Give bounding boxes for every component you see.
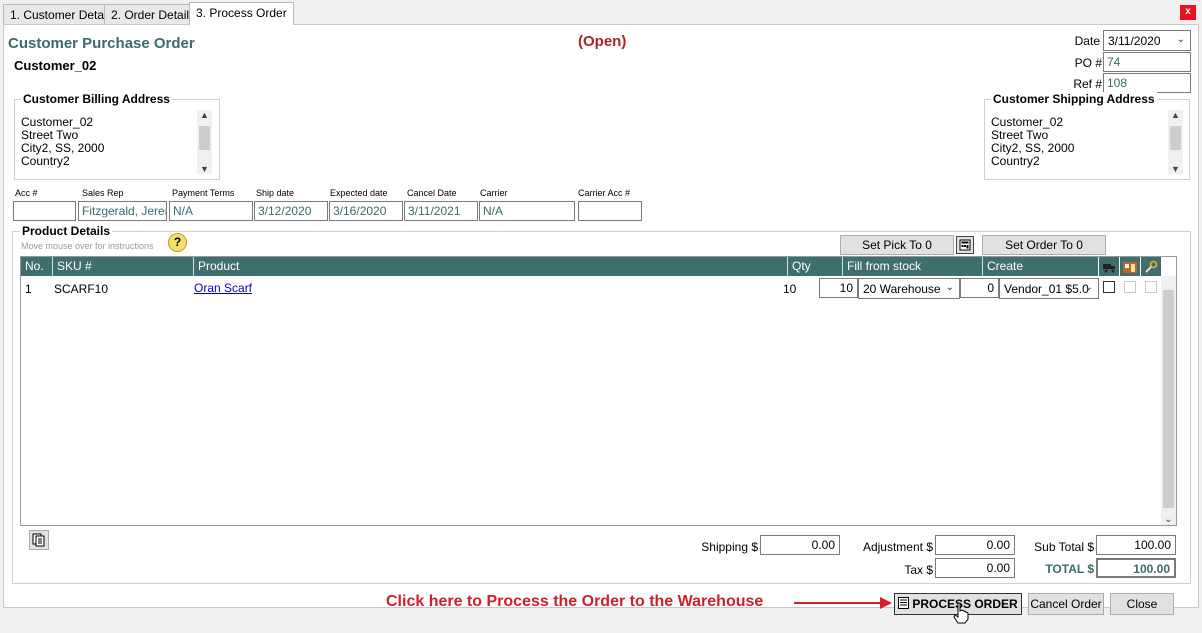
- expected-date-field[interactable]: 3/16/2020: [329, 201, 403, 221]
- scroll-thumb[interactable]: [199, 126, 210, 150]
- chevron-down-icon: ▼: [1171, 164, 1180, 174]
- close-button[interactable]: Close: [1110, 593, 1174, 615]
- scroll-thumb[interactable]: [1170, 126, 1181, 150]
- chevron-up-icon: ▲: [1171, 110, 1180, 120]
- date-picker[interactable]: 3/11/2020 ⌄: [1103, 30, 1191, 51]
- set-order-to-zero-button[interactable]: Set Order To 0: [982, 235, 1106, 255]
- ship-date-label: Ship date: [256, 188, 295, 198]
- tax-amount-field[interactable]: 0.00: [935, 558, 1015, 578]
- fill-qty-input[interactable]: 10: [819, 278, 858, 298]
- grid-scrollbar[interactable]: ⌄: [1161, 276, 1176, 525]
- product-grid: No. SKU # Product Qty Fill from stock Cr…: [20, 256, 1177, 526]
- tools-icon[interactable]: [1141, 257, 1161, 276]
- row-checkbox-tools[interactable]: [1145, 281, 1157, 293]
- payment-terms-field[interactable]: N/A: [169, 201, 253, 221]
- subtotal-amount-field: 100.00: [1096, 535, 1176, 555]
- total-amount-field: 100.00: [1096, 558, 1176, 578]
- billing-address-title: Customer Billing Address: [21, 92, 172, 106]
- column-header-product[interactable]: Product: [194, 257, 788, 276]
- shipping-label: Shipping $: [701, 540, 758, 554]
- cancel-date-field[interactable]: 3/11/2021: [404, 201, 478, 221]
- tab-process-order[interactable]: 3. Process Order: [189, 2, 294, 25]
- po-number-field[interactable]: 74: [1103, 52, 1191, 72]
- shipping-line: Country2: [991, 154, 1040, 168]
- carrier-label: Carrier: [480, 188, 508, 198]
- calculator-icon[interactable]: [956, 236, 974, 254]
- adjustment-label: Adjustment $: [862, 540, 933, 554]
- carrier-field[interactable]: N/A: [479, 201, 575, 221]
- payment-terms-label: Payment Terms: [172, 188, 235, 198]
- row-product-link[interactable]: Oran Scarf: [194, 281, 252, 295]
- column-header-qty[interactable]: Qty: [788, 257, 843, 276]
- close-window-button[interactable]: x: [1180, 5, 1196, 20]
- vendor-value: Vendor_01 $5.0: [1004, 282, 1089, 296]
- total-label: TOTAL $: [1045, 562, 1094, 576]
- warehouse-value: 20 Warehouse: [863, 282, 941, 296]
- shipping-address-title: Customer Shipping Address: [991, 92, 1157, 106]
- process-order-callout: Click here to Process the Order to the W…: [386, 593, 764, 610]
- row-qty: 10: [783, 282, 797, 296]
- shipping-amount-field[interactable]: 0.00: [760, 535, 840, 555]
- shipping-scrollbar[interactable]: ▲ ▼: [1168, 110, 1183, 174]
- ref-label: Ref #: [1073, 77, 1102, 91]
- cancel-date-label: Cancel Date: [407, 188, 457, 198]
- sales-rep-label: Sales Rep: [82, 188, 124, 198]
- product-details-title: Product Details: [20, 224, 113, 238]
- page-title: Customer Purchase Order: [8, 35, 195, 52]
- acc-label: Acc #: [15, 188, 38, 198]
- warehouse-select[interactable]: 20 Warehouse ⌄: [858, 278, 960, 299]
- row-checkbox-ship[interactable]: [1103, 281, 1115, 293]
- date-label: Date: [1074, 34, 1100, 48]
- row-no: 1: [25, 282, 32, 296]
- column-header-no[interactable]: No.: [21, 257, 53, 276]
- order-status: (Open): [578, 33, 627, 50]
- column-header-sku[interactable]: SKU #: [53, 257, 194, 276]
- subtotal-label: Sub Total $: [1034, 540, 1094, 554]
- copy-icon[interactable]: [29, 530, 49, 550]
- date-value: 3/11/2020: [1108, 34, 1161, 48]
- column-header-fill[interactable]: Fill from stock: [843, 257, 983, 276]
- billing-address-text[interactable]: Customer_02 Street Two City2, SS, 2000 C…: [21, 116, 104, 168]
- billing-address-group: Customer Billing Address Customer_02 Str…: [14, 92, 220, 180]
- tab-bar: 1. Customer Details 2. Order Details 3. …: [0, 0, 1202, 25]
- ref-number-field[interactable]: 108: [1103, 73, 1191, 93]
- chevron-down-icon: ⌄: [945, 282, 954, 293]
- set-pick-to-zero-button[interactable]: Set Pick To 0: [840, 235, 954, 255]
- grid-header: No. SKU # Product Qty Fill from stock Cr…: [21, 257, 1098, 276]
- chevron-down-icon: ▼: [200, 164, 209, 174]
- row-sku: SCARF10: [54, 282, 109, 296]
- help-icon[interactable]: ?: [168, 233, 187, 252]
- carrier-acc-field[interactable]: [578, 201, 642, 221]
- chevron-down-icon: ⌄: [1176, 34, 1185, 45]
- tax-label: Tax $: [904, 563, 933, 577]
- tab-order-details[interactable]: 2. Order Details: [104, 4, 203, 24]
- row-checkbox-warehouse[interactable]: [1124, 281, 1136, 293]
- chevron-down-icon: ⌄: [1084, 282, 1093, 293]
- shipping-address-text[interactable]: Customer_02 Street Two City2, SS, 2000 C…: [991, 116, 1074, 168]
- column-header-create[interactable]: Create: [983, 257, 1098, 276]
- expected-date-label: Expected date: [330, 188, 388, 198]
- billing-scrollbar[interactable]: ▲ ▼: [197, 110, 212, 174]
- cancel-order-button[interactable]: Cancel Order: [1028, 593, 1104, 615]
- acc-number-field[interactable]: [13, 201, 76, 221]
- list-icon: [898, 595, 910, 615]
- vendor-select[interactable]: Vendor_01 $5.0 ⌄: [999, 278, 1099, 299]
- warehouse-icon[interactable]: [1120, 257, 1140, 276]
- instructions-hint: Move mouse over for instructions: [21, 241, 154, 251]
- shipping-address-group: Customer Shipping Address Customer_02 St…: [984, 92, 1190, 180]
- pointer-hand-icon: [953, 602, 969, 624]
- truck-icon[interactable]: [1099, 257, 1119, 276]
- chevron-up-icon: ▲: [200, 110, 209, 120]
- sales-rep-field[interactable]: Fitzgerald, Jeremy: [78, 201, 167, 221]
- create-qty-input[interactable]: 0: [960, 278, 999, 298]
- ship-date-field[interactable]: 3/12/2020: [254, 201, 328, 221]
- arrow-right-icon: [794, 597, 892, 609]
- billing-line: Country2: [21, 154, 70, 168]
- customer-name: Customer_02: [14, 58, 97, 73]
- po-label: PO #: [1074, 56, 1102, 70]
- chevron-down-icon[interactable]: ⌄: [1161, 514, 1176, 525]
- scroll-thumb[interactable]: [1163, 290, 1174, 508]
- adjustment-amount-field[interactable]: 0.00: [935, 535, 1015, 555]
- carrier-acc-label: Carrier Acc #: [578, 188, 631, 198]
